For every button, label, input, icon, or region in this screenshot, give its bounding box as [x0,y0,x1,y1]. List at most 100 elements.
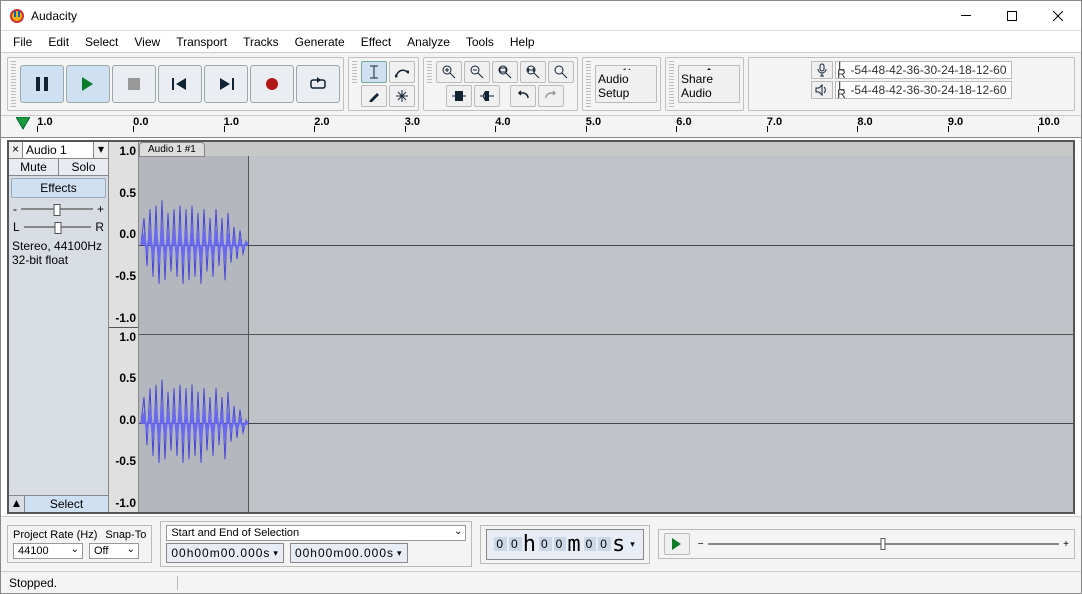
tracks-area: × Audio 1 ▾ Mute Solo Effects - + L R St… [7,140,1075,514]
multi-tool[interactable] [389,85,415,107]
statusbar: Stopped. [1,571,1081,593]
menu-file[interactable]: File [5,33,40,51]
grip[interactable] [586,61,591,107]
gain-slider[interactable]: - + [9,200,108,218]
menu-help[interactable]: Help [502,33,543,51]
track-menu-button[interactable]: ▾ [94,142,108,158]
play-button[interactable] [66,65,110,103]
ibeam-icon [368,65,380,79]
track-select-button[interactable]: Select [25,496,108,512]
selection-group: Start and End of Selection 00h00m00.000s… [160,521,472,567]
recording-meter-button[interactable] [811,61,833,79]
channel-right[interactable] [139,335,1073,513]
draw-tool[interactable] [361,85,387,107]
menu-effect[interactable]: Effect [353,33,399,51]
waveform-area[interactable]: Audio 1 #1 [139,142,1073,512]
undo-button[interactable] [510,85,536,107]
playback-meter[interactable]: LR -54-48-42-36-30-24-18-12-60 [835,81,1011,99]
undo-icon [516,90,530,102]
share-audio-label: Share Audio [681,72,737,100]
menubar: File Edit Select View Transport Tracks G… [1,31,1081,53]
share-audio-button[interactable]: Share Audio [678,65,740,103]
snap-to-select[interactable]: Off [89,543,139,559]
trim-button[interactable] [446,85,472,107]
track-close-button[interactable]: × [9,142,23,158]
selection-toolbar: Project Rate (Hz) Snap-To 44100 Off Star… [1,516,1081,571]
selection-start-field[interactable]: 00h00m00.000s▾ [166,543,284,563]
status-text: Stopped. [9,576,57,590]
skip-start-button[interactable] [158,65,202,103]
trim-icon [452,91,466,101]
menu-generate[interactable]: Generate [287,33,353,51]
channel-left[interactable] [139,156,1073,335]
play-at-speed-button[interactable] [664,533,690,555]
menu-tools[interactable]: Tools [458,33,502,51]
speaker-icon [616,68,636,70]
grip[interactable] [427,61,432,83]
menu-tracks[interactable]: Tracks [235,33,287,51]
record-button[interactable] [250,65,294,103]
grip[interactable] [669,61,674,107]
app-icon [9,8,25,24]
stop-button[interactable] [112,65,156,103]
zoom-in-icon [442,65,456,79]
track-name[interactable]: Audio 1 [23,142,94,158]
snap-to-label: Snap-To [105,529,146,541]
menu-view[interactable]: View [126,33,168,51]
minimize-button[interactable] [943,1,989,31]
grip[interactable] [11,61,16,107]
menu-analyze[interactable]: Analyze [399,33,458,51]
zoom-out-icon [470,65,484,79]
close-button[interactable] [1035,1,1081,31]
play-icon [81,77,95,91]
zoom-toggle-icon [554,65,568,79]
fit-selection-icon [498,65,512,79]
menu-select[interactable]: Select [77,33,126,51]
audio-setup-button[interactable]: Audio Setup [595,65,657,103]
redo-icon [544,90,558,102]
playback-meter-button[interactable] [811,81,833,99]
menu-transport[interactable]: Transport [168,33,235,51]
selection-mode-select[interactable]: Start and End of Selection [166,525,466,541]
pause-button[interactable] [20,65,64,103]
effects-button[interactable]: Effects [11,178,106,198]
recording-meter[interactable]: LR -54-48-42-36-30-24-18-12-60 [835,61,1011,79]
envelope-icon [395,66,409,78]
silence-button[interactable] [474,85,500,107]
project-rate-group: Project Rate (Hz) Snap-To 44100 Off [7,525,152,563]
mute-button[interactable]: Mute [9,159,59,175]
solo-button[interactable]: Solo [59,159,108,175]
pan-slider[interactable]: L R [9,218,108,236]
loop-button[interactable] [296,65,340,103]
envelope-tool[interactable] [389,61,415,83]
skip-end-button[interactable] [204,65,248,103]
skip-end-icon [218,78,234,90]
titlebar: Audacity [1,1,1081,31]
redo-button[interactable] [538,85,564,107]
selection-tool[interactable] [361,61,387,83]
fit-project-button[interactable] [520,61,546,83]
maximize-button[interactable] [989,1,1035,31]
play-at-speed-group: − + [658,529,1075,559]
time-position-field[interactable]: 00h00m00s▾ [486,529,643,560]
zoom-toggle-button[interactable] [548,61,574,83]
menu-edit[interactable]: Edit [40,33,77,51]
track-format-info: Stereo, 44100Hz 32-bit float [9,236,108,270]
record-icon [265,77,279,91]
stop-icon [128,78,140,90]
track-collapse-button[interactable]: ▲ [9,496,25,512]
share-audio-toolbar: Share Audio [665,57,744,111]
clip-label[interactable]: Audio 1 #1 [139,142,205,157]
timeline-ruler[interactable]: 1.0 0.0 1.0 2.0 3.0 4.0 5.0 6.0 7.0 8.0 … [1,116,1081,138]
edit-toolbar [423,57,578,111]
playback-speed-slider[interactable]: − + [698,539,1069,550]
time-position-group: 00h00m00s▾ [480,525,649,564]
pencil-icon [368,90,380,102]
zoom-out-button[interactable] [464,61,490,83]
project-rate-select[interactable]: 44100 [13,543,83,559]
fit-selection-button[interactable] [492,61,518,83]
zoom-in-button[interactable] [436,61,462,83]
grip[interactable] [352,61,357,83]
selection-end-field[interactable]: 00h00m00.000s▾ [290,543,408,563]
track-control-panel: × Audio 1 ▾ Mute Solo Effects - + L R St… [9,142,109,512]
